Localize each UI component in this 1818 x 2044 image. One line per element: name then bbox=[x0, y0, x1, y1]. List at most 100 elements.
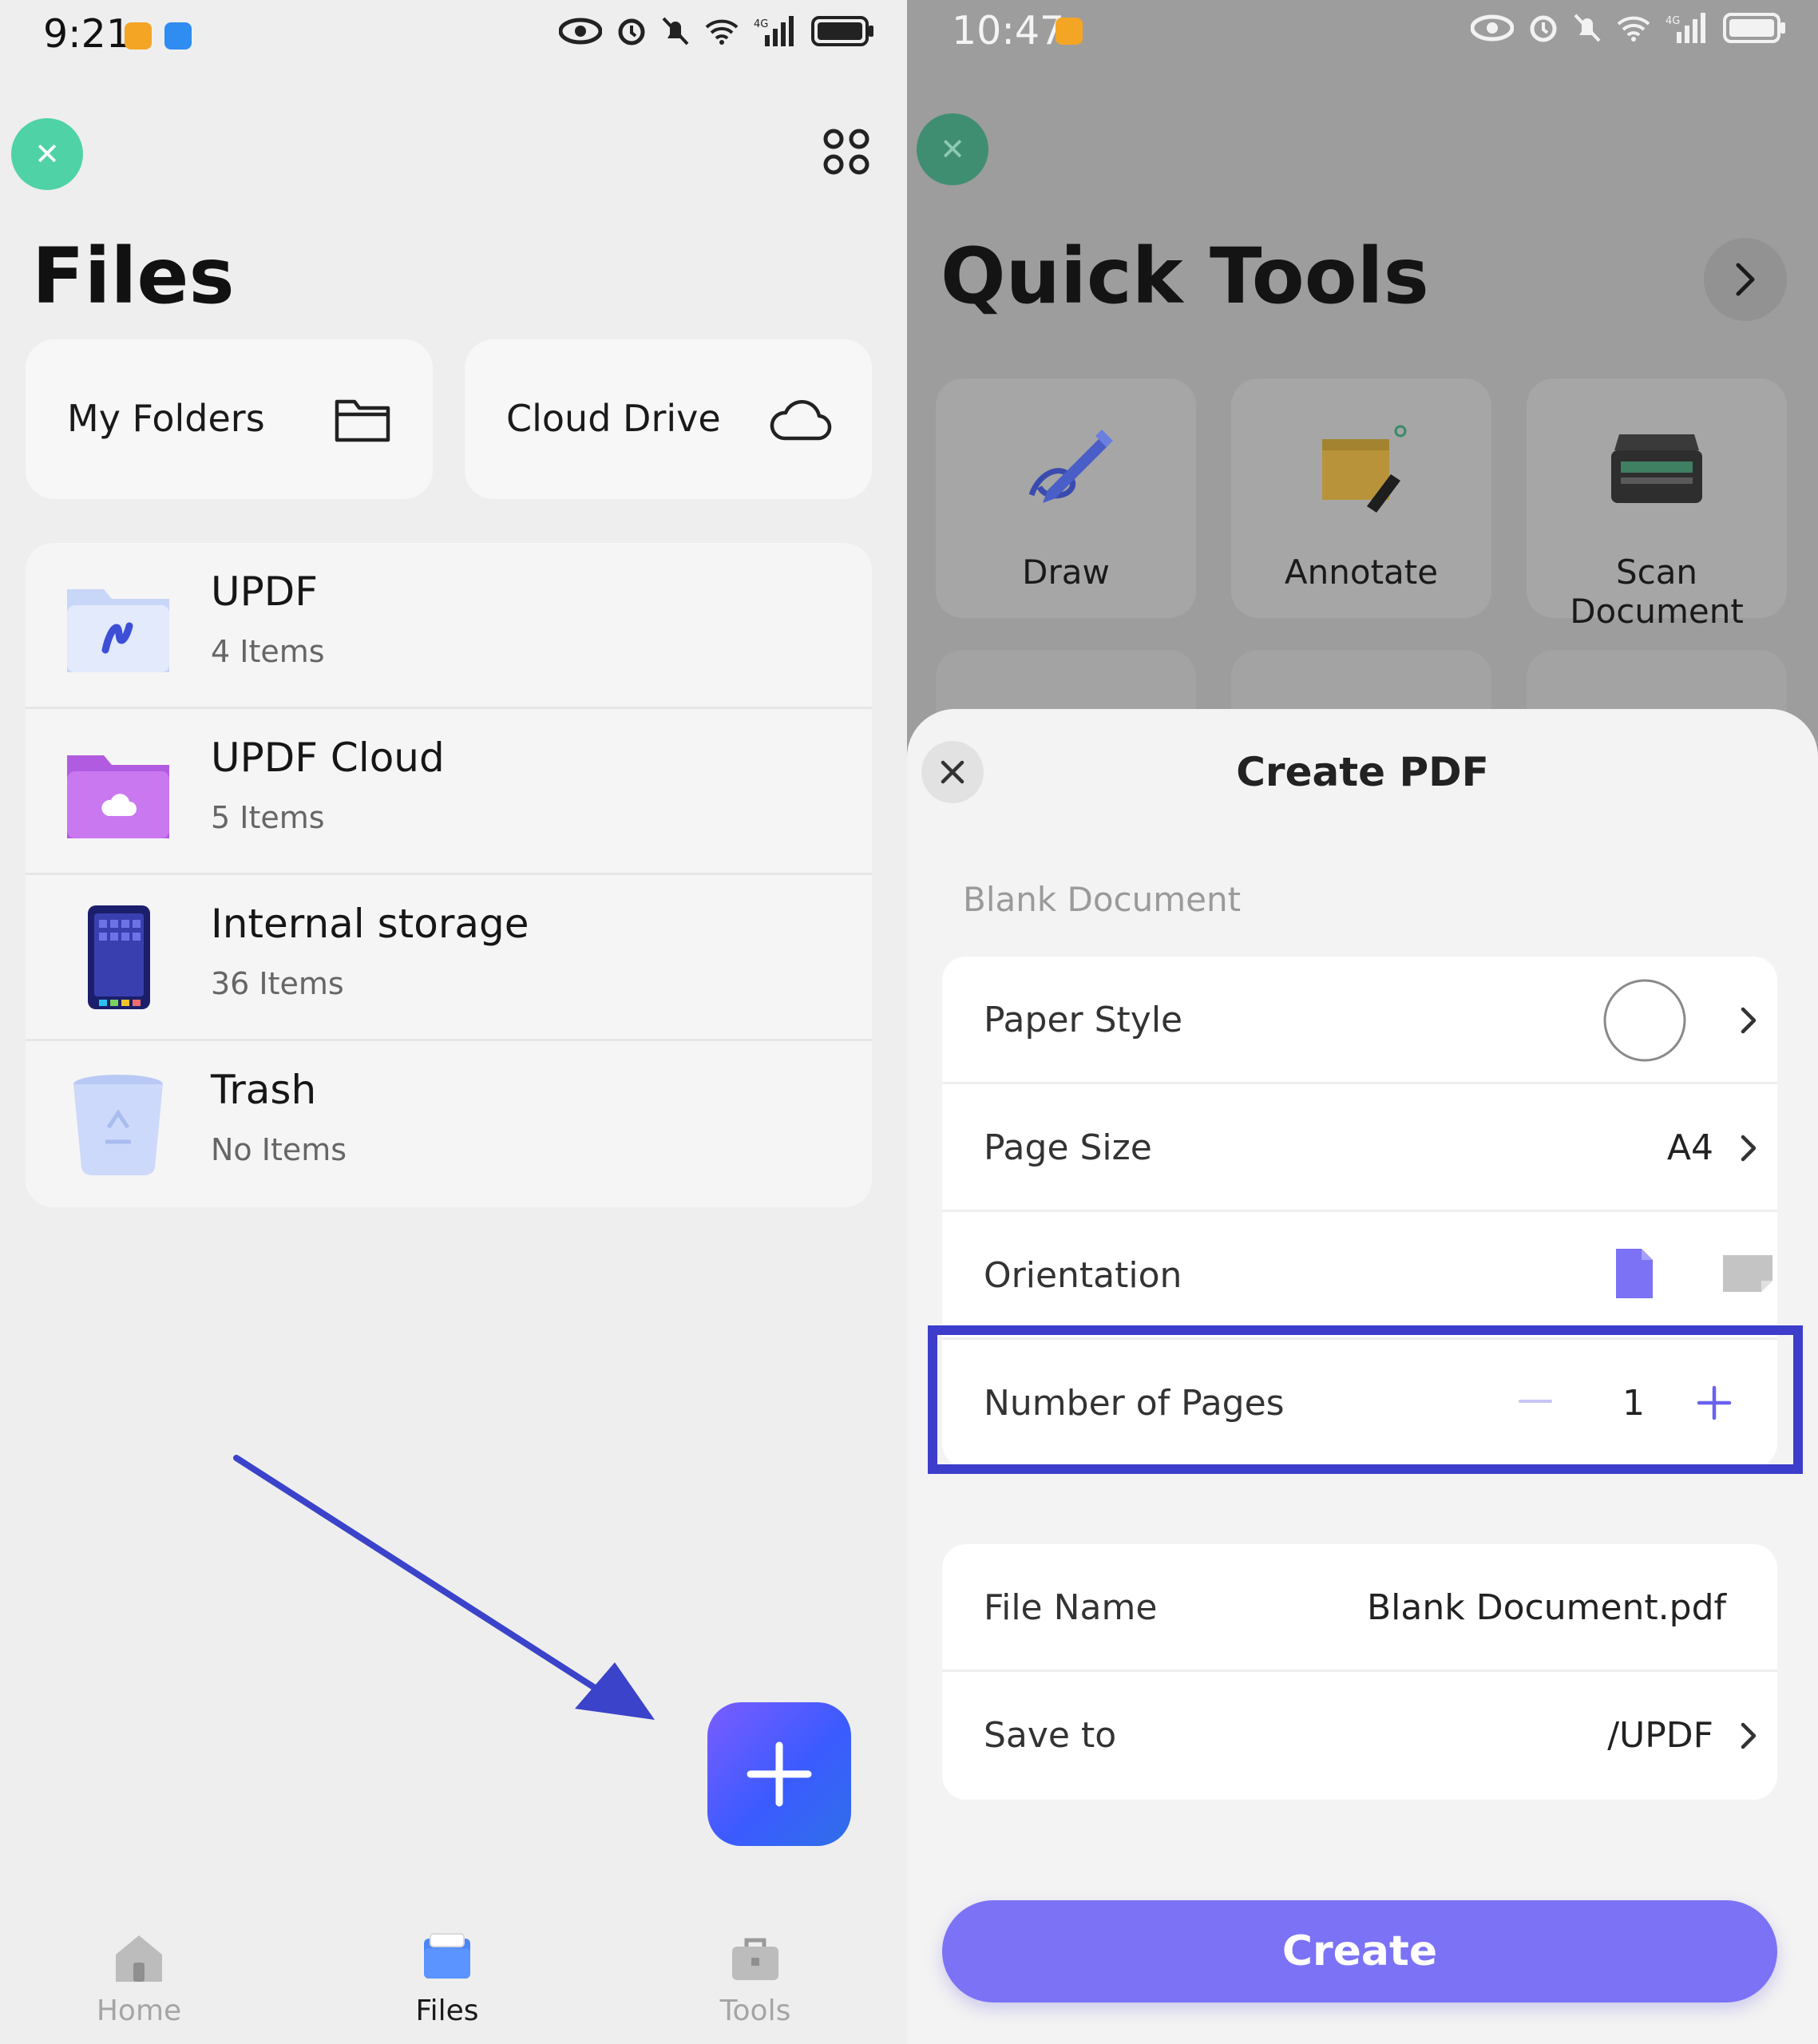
folder-outline-icon bbox=[335, 399, 390, 442]
page-size-row[interactable]: Page Size A4 bbox=[942, 1084, 1777, 1212]
mute-icon bbox=[1574, 14, 1601, 42]
save-to-value: /UPDF bbox=[1607, 1715, 1713, 1756]
status-time: 9:21 bbox=[43, 11, 132, 57]
storage-name: Trash bbox=[211, 1067, 317, 1113]
storage-item-updf[interactable]: UPDF 4 Items bbox=[26, 543, 872, 709]
create-pdf-sheet: Create PDF Blank Document Paper Style Pa… bbox=[907, 709, 1818, 2044]
grid-view-icon[interactable] bbox=[822, 128, 870, 176]
storage-item-trash[interactable]: Trash No Items bbox=[26, 1041, 872, 1207]
notification-icon bbox=[125, 22, 152, 50]
tool-label: Scan Document bbox=[1570, 553, 1744, 631]
tile-label: My Folders bbox=[67, 397, 265, 440]
storage-count: No Items bbox=[211, 1132, 347, 1167]
storage-item-updf-cloud[interactable]: UPDF Cloud 5 Items bbox=[26, 709, 872, 875]
tool-draw[interactable]: Draw bbox=[936, 378, 1196, 618]
annotation-arrow bbox=[233, 1455, 655, 1720]
create-button[interactable]: Create bbox=[942, 1900, 1777, 2002]
number-of-pages-row: Number of Pages 1 bbox=[942, 1340, 1777, 1468]
signal-icon: 4G bbox=[1666, 13, 1705, 43]
storage-count: 36 Items bbox=[211, 966, 344, 1001]
battery-icon bbox=[1723, 13, 1785, 43]
sticky-note-icon bbox=[1322, 425, 1407, 513]
status-bar: 9:21 4G bbox=[0, 0, 907, 76]
row-label: Page Size bbox=[984, 1127, 1152, 1168]
nav-files[interactable]: Files bbox=[367, 1931, 527, 2027]
paper-style-swatch bbox=[1603, 979, 1686, 1062]
chevron-right-icon bbox=[1736, 263, 1755, 296]
tool-scan-document[interactable]: Scan Document bbox=[1527, 378, 1787, 631]
trash-bin-icon bbox=[73, 1075, 163, 1175]
chevron-right-icon bbox=[1741, 1007, 1757, 1034]
tool-annotate[interactable]: Annotate bbox=[1231, 378, 1491, 618]
cloud-outline-icon bbox=[770, 399, 832, 441]
orientation-row: Orientation bbox=[942, 1212, 1777, 1340]
page-title: Quick Tools bbox=[941, 232, 1429, 321]
tool-label: Annotate bbox=[1284, 553, 1439, 592]
alarm-icon bbox=[1530, 15, 1557, 42]
tool-label: Draw bbox=[1022, 553, 1110, 592]
file-options: File Name Blank Document.pdf Save to /UP… bbox=[942, 1544, 1777, 1800]
save-to-row[interactable]: Save to /UPDF bbox=[942, 1672, 1777, 1800]
wifi-icon bbox=[1617, 16, 1650, 42]
nav-tools[interactable]: Tools bbox=[675, 1931, 835, 2027]
row-label: Paper Style bbox=[984, 1000, 1183, 1040]
landscape-orientation-icon[interactable] bbox=[1720, 1252, 1776, 1295]
my-folders-tile[interactable]: My Folders bbox=[26, 339, 433, 499]
paper-style-row[interactable]: Paper Style bbox=[942, 957, 1777, 1084]
storage-name: UPDF bbox=[211, 568, 319, 615]
bottom-nav: Home Files Tools bbox=[0, 1916, 907, 2044]
tile-label: Cloud Drive bbox=[506, 397, 721, 440]
scanner-icon bbox=[1611, 434, 1702, 503]
section-label: Blank Document bbox=[963, 880, 1242, 919]
battery-icon bbox=[811, 16, 873, 46]
updf-folder-icon bbox=[67, 589, 169, 672]
draw-pen-icon bbox=[1028, 430, 1113, 503]
close-floating-button[interactable]: ✕ bbox=[917, 113, 988, 185]
svg-text:4G: 4G bbox=[1666, 15, 1680, 27]
cloud-drive-tile[interactable]: Cloud Drive bbox=[465, 339, 872, 499]
file-name-row[interactable]: File Name Blank Document.pdf bbox=[942, 1544, 1777, 1672]
sheet-title: Create PDF bbox=[1236, 749, 1489, 795]
wifi-icon bbox=[705, 19, 739, 45]
status-bar: 10:47 4G bbox=[907, 0, 1818, 76]
create-plus-button[interactable] bbox=[707, 1702, 851, 1846]
alarm-icon bbox=[618, 18, 645, 46]
decrement-pages-button[interactable] bbox=[1517, 1397, 1554, 1405]
home-icon bbox=[116, 1935, 162, 1982]
quick-tools-next-button[interactable] bbox=[1704, 238, 1787, 321]
row-label: Save to bbox=[984, 1715, 1117, 1756]
nav-label: Files bbox=[415, 1994, 479, 2027]
files-tab-icon bbox=[424, 1933, 470, 1979]
nav-home[interactable]: Home bbox=[59, 1931, 219, 2027]
chevron-right-icon bbox=[1741, 1722, 1757, 1749]
storage-count: 4 Items bbox=[211, 634, 325, 669]
storage-count: 5 Items bbox=[211, 800, 325, 835]
portrait-orientation-icon[interactable] bbox=[1613, 1246, 1656, 1301]
nav-label: Tools bbox=[719, 1994, 791, 2027]
storage-item-internal[interactable]: Internal storage 36 Items bbox=[26, 875, 872, 1041]
pages-count[interactable]: 1 bbox=[1618, 1383, 1650, 1424]
eye-icon bbox=[1471, 14, 1514, 42]
toolbox-icon bbox=[732, 1938, 778, 1980]
notification-icon bbox=[1056, 18, 1083, 45]
eye-icon bbox=[559, 18, 602, 45]
row-label: File Name bbox=[984, 1587, 1158, 1628]
increment-pages-button[interactable] bbox=[1696, 1384, 1733, 1421]
mute-icon bbox=[662, 17, 689, 46]
blank-document-options: Paper Style Page Size A4 Orientation Num… bbox=[942, 957, 1777, 1468]
row-label: Orientation bbox=[984, 1255, 1182, 1296]
storage-name: UPDF Cloud bbox=[211, 735, 445, 781]
updf-cloud-folder-icon bbox=[67, 755, 169, 838]
row-label: Number of Pages bbox=[984, 1383, 1285, 1424]
signal-icon: 4G bbox=[754, 16, 794, 46]
phone-storage-icon bbox=[88, 905, 150, 1009]
quick-tools-screen: 10:47 4G ✕ Quick Tools Draw Annotate Sca… bbox=[907, 0, 1818, 2044]
file-name-value[interactable]: Blank Document.pdf bbox=[1367, 1587, 1726, 1628]
close-floating-button[interactable]: ✕ bbox=[11, 118, 83, 190]
page-title: Files bbox=[32, 232, 235, 321]
status-time: 10:47 bbox=[952, 8, 1065, 53]
page-size-value: A4 bbox=[1666, 1127, 1713, 1168]
nav-label: Home bbox=[96, 1994, 182, 2027]
plus-icon bbox=[747, 1741, 812, 1807]
svg-text:4G: 4G bbox=[754, 18, 768, 30]
